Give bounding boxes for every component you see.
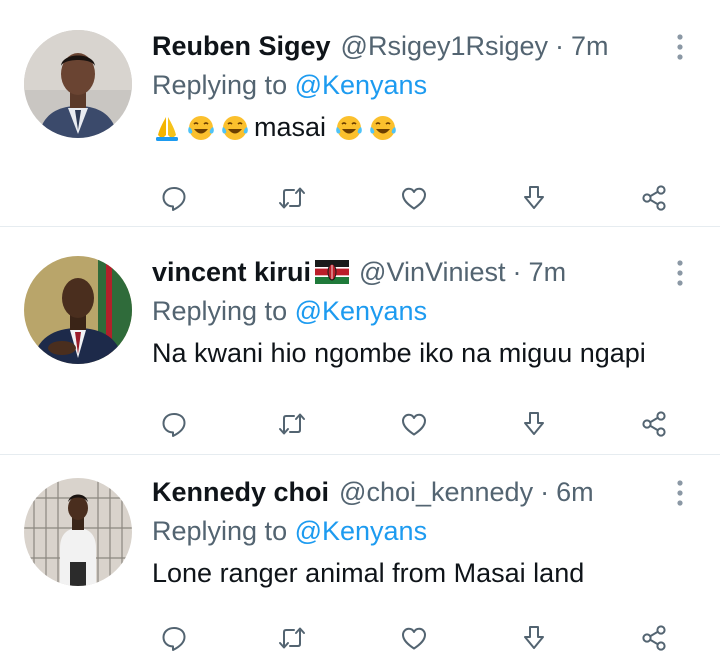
user-handle[interactable]: @Rsigey1Rsigey [341, 31, 548, 62]
tweet-text: Lone ranger animal from Masai land [152, 558, 585, 588]
tweet[interactable]: vincent kirui @VinViniest · 7m Replying … [0, 254, 720, 437]
display-name[interactable]: Kennedy choi [152, 477, 329, 508]
share-icon[interactable] [636, 406, 672, 442]
timestamp[interactable]: 7m [529, 257, 567, 288]
tweet-header: Kennedy choi @choi_kennedy · 6m [152, 474, 594, 510]
share-icon[interactable] [636, 180, 672, 216]
more-options-icon[interactable] [668, 258, 692, 288]
tweet[interactable]: Reuben Sigey @Rsigey1Rsigey · 7m Replyin… [0, 28, 720, 211]
mention-link[interactable]: @Kenyans [295, 70, 427, 100]
divider [0, 454, 720, 455]
reply-icon[interactable] [156, 180, 192, 216]
separator-dot: · [540, 476, 550, 507]
replying-to-line: Replying to @Kenyans [152, 516, 427, 547]
kenya-flag-emoji [315, 260, 350, 284]
download-icon[interactable] [516, 180, 552, 216]
timestamp[interactable]: 7m [571, 31, 609, 62]
like-icon[interactable] [396, 620, 432, 656]
user-handle[interactable]: @VinViniest [359, 257, 506, 288]
avatar[interactable] [24, 478, 132, 586]
tweet-header: Reuben Sigey @Rsigey1Rsigey · 7m [152, 28, 609, 64]
action-bar [152, 180, 692, 216]
user-handle[interactable]: @choi_kennedy [339, 477, 533, 508]
tweet-text: masai [152, 112, 402, 143]
retweet-icon[interactable] [274, 620, 310, 656]
divider [0, 226, 720, 227]
replying-to-line: Replying to @Kenyans [152, 296, 427, 327]
action-bar [152, 620, 692, 656]
tears-of-joy-emoji [334, 113, 364, 143]
display-name[interactable]: vincent kirui [152, 257, 311, 288]
reply-icon[interactable] [156, 620, 192, 656]
timestamp[interactable]: 6m [556, 477, 594, 508]
retweet-icon[interactable] [274, 406, 310, 442]
replying-to-label: Replying to [152, 296, 295, 326]
like-icon[interactable] [396, 406, 432, 442]
tweet[interactable]: Kennedy choi @choi_kennedy · 6m Replying… [0, 474, 720, 664]
tears-of-joy-emoji [368, 113, 398, 143]
tears-of-joy-emoji [220, 113, 250, 143]
replying-to-line: Replying to @Kenyans [152, 70, 427, 101]
more-options-icon[interactable] [668, 32, 692, 62]
avatar[interactable] [24, 256, 132, 364]
folded-hands-emoji [152, 113, 182, 143]
tears-of-joy-emoji [186, 113, 216, 143]
action-bar [152, 406, 692, 442]
separator-dot: · [555, 30, 565, 61]
display-name[interactable]: Reuben Sigey [152, 31, 331, 62]
tweet-header: vincent kirui @VinViniest · 7m [152, 254, 566, 290]
download-icon[interactable] [516, 620, 552, 656]
replying-to-label: Replying to [152, 516, 295, 546]
share-icon[interactable] [636, 620, 672, 656]
tweet-text: Na kwani hio ngombe iko na miguu ngapi [152, 338, 646, 368]
reply-icon[interactable] [156, 406, 192, 442]
separator-dot: · [512, 256, 522, 287]
more-options-icon[interactable] [668, 478, 692, 508]
mention-link[interactable]: @Kenyans [295, 296, 427, 326]
replying-to-label: Replying to [152, 70, 295, 100]
download-icon[interactable] [516, 406, 552, 442]
avatar[interactable] [24, 30, 132, 138]
mention-link[interactable]: @Kenyans [295, 516, 427, 546]
tweet-text-word: masai [254, 112, 327, 142]
retweet-icon[interactable] [274, 180, 310, 216]
reply-feed: Reuben Sigey @Rsigey1Rsigey · 7m Replyin… [0, 0, 720, 672]
like-icon[interactable] [396, 180, 432, 216]
